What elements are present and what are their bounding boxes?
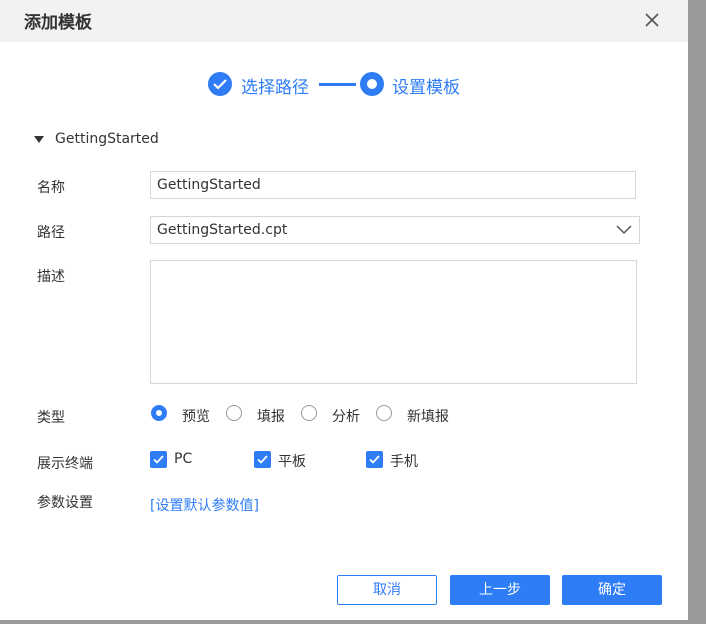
add-template-dialog: 添加模板 选择路径 设置模板 GettingStarted 名称 Getting… [0, 0, 688, 620]
checkbox-label: 平板 [278, 454, 306, 470]
current-step-icon [360, 72, 384, 96]
radio-label: 新填报 [407, 409, 449, 425]
display-terminal-label: 展示终端 [37, 456, 93, 472]
description-label: 描述 [37, 269, 65, 285]
confirm-button[interactable]: 确定 [562, 575, 662, 605]
step-indicator: 选择路径 设置模板 [0, 70, 688, 98]
path-select[interactable]: GettingStarted.cpt [150, 216, 640, 244]
radio-unselected-icon [301, 405, 317, 421]
name-input-value: GettingStarted [157, 177, 261, 193]
dialog-title: 添加模板 [24, 13, 92, 33]
section-label: GettingStarted [55, 131, 159, 147]
radio-label: 分析 [332, 409, 360, 425]
checkbox-label: PC [174, 451, 193, 467]
radio-selected-icon [151, 405, 167, 421]
radio-unselected-icon [376, 405, 392, 421]
description-textarea[interactable] [150, 260, 637, 384]
close-icon [645, 13, 659, 27]
name-input[interactable]: GettingStarted [150, 171, 636, 199]
dialog-titlebar: 添加模板 [0, 0, 688, 42]
check-circle-icon [208, 72, 232, 96]
checkbox-checked-icon [254, 451, 271, 468]
path-select-value: GettingStarted.cpt [157, 222, 288, 238]
collapse-triangle-icon [34, 136, 44, 143]
step-set-template-label: 设置模板 [392, 78, 460, 98]
path-label: 路径 [37, 225, 65, 241]
type-label: 类型 [37, 410, 65, 426]
step-select-path-label: 选择路径 [241, 78, 309, 98]
name-label: 名称 [37, 180, 65, 196]
step-connector [319, 83, 356, 86]
cancel-button[interactable]: 取消 [337, 575, 437, 605]
chevron-down-icon [616, 225, 632, 235]
param-settings-label: 参数设置 [37, 495, 93, 511]
radio-unselected-icon [226, 405, 242, 421]
close-button[interactable] [641, 9, 663, 31]
radio-label: 预览 [182, 409, 210, 425]
checkbox-label: 手机 [390, 454, 418, 470]
set-default-params-link[interactable]: [设置默认参数值] [150, 495, 259, 515]
checkbox-checked-icon [366, 451, 383, 468]
radio-label: 填报 [257, 409, 285, 425]
checkbox-checked-icon [150, 451, 167, 468]
previous-step-button[interactable]: 上一步 [450, 575, 550, 605]
